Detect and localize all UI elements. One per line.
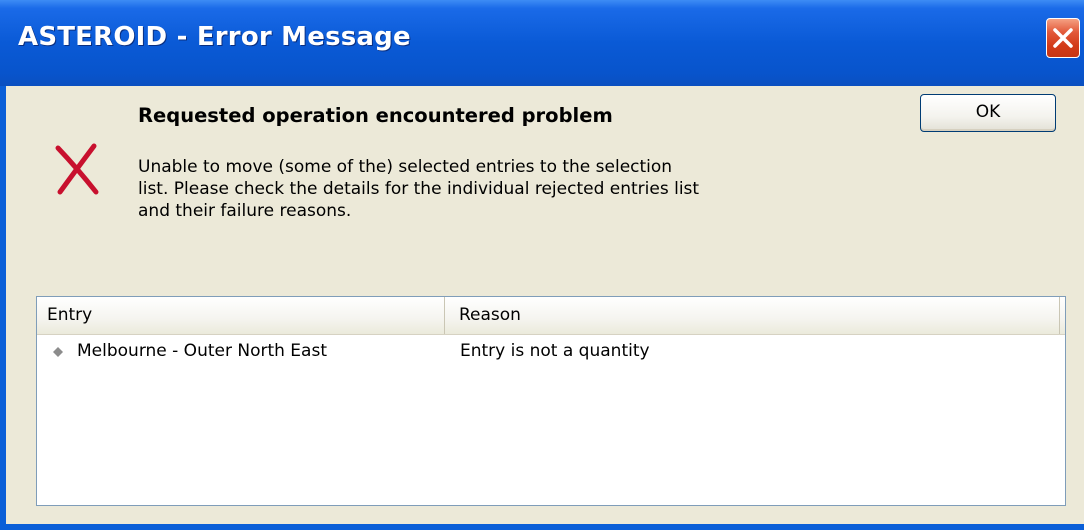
close-icon [1053, 28, 1073, 48]
error-x-icon [55, 143, 99, 195]
message-line: and their failure reasons. [138, 201, 352, 221]
cell-entry: Melbourne - Outer North East [77, 341, 327, 361]
close-button[interactable] [1046, 18, 1080, 58]
diamond-bullet-icon [53, 347, 63, 357]
error-dialog-window: ASTEROID - Error Message Requested opera… [0, 0, 1084, 530]
window-title: ASTEROID - Error Message [18, 22, 411, 52]
rejected-entries-list[interactable]: Entry Reason Melbourne - Outer North Eas… [36, 296, 1066, 506]
dialog-heading: Requested operation encountered problem [138, 104, 613, 127]
ok-button[interactable]: OK [920, 94, 1056, 132]
cell-reason: Entry is not a quantity [460, 341, 650, 361]
title-bar[interactable]: ASTEROID - Error Message [0, 0, 1084, 86]
dialog-body: Requested operation encountered problem … [6, 86, 1084, 524]
dialog-message: Unable to move (some of the) selected en… [138, 156, 838, 222]
list-header: Entry Reason [37, 297, 1065, 335]
message-line: Unable to move (some of the) selected en… [138, 157, 673, 177]
table-row[interactable]: Melbourne - Outer North East Entry is no… [37, 337, 1065, 369]
message-line: list. Please check the details for the i… [138, 179, 700, 199]
column-header-entry[interactable]: Entry [37, 297, 445, 334]
column-header-reason[interactable]: Reason [446, 297, 1060, 334]
